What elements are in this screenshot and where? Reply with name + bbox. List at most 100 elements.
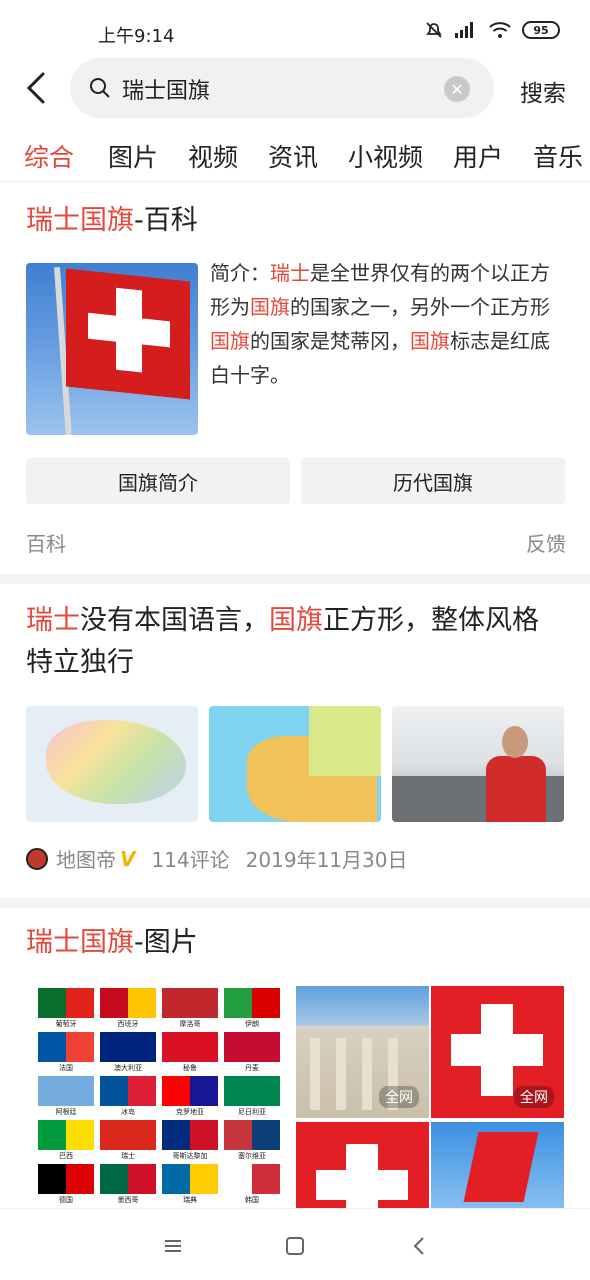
news-title[interactable]: 瑞士没有本国语言，国旗正方形，整体风格特立独行 [26, 600, 556, 684]
wifi-icon [489, 22, 511, 38]
battery-icon: 95 [522, 21, 560, 39]
pictures-title[interactable]: 瑞士国旗-图片 [26, 922, 566, 964]
flag-swatch [38, 1164, 94, 1194]
news-card[interactable]: 瑞士没有本国语言，国旗正方形，整体风格特立独行 地图帝 V 114评论 2019… [26, 600, 566, 872]
flag-thumb: 摩洛哥 [162, 988, 218, 1032]
flag-swatch [162, 988, 218, 1018]
news-title-text: 没有本国语言， [80, 605, 269, 636]
flag-swatch [38, 1076, 94, 1106]
tab-short-videos[interactable]: 小视频 [348, 138, 423, 174]
flag-thumb: 德国 [38, 1164, 94, 1208]
flag-intro-button[interactable]: 国旗简介 [26, 458, 290, 504]
swiss-flag-image-2[interactable] [296, 1122, 429, 1208]
flag-name: 澳大利亚 [114, 1064, 142, 1072]
flag-thumb: 冰岛 [100, 1076, 156, 1120]
watermark: 全网 [379, 1086, 419, 1108]
author-name[interactable]: 地图帝 [56, 844, 116, 873]
europe-map-thumbnail[interactable] [209, 706, 381, 822]
flag-thumb: 墨西哥 [100, 1164, 156, 1208]
search-input[interactable]: 瑞士国旗 ✕ [70, 58, 494, 118]
search-button[interactable]: 搜索 [520, 74, 566, 108]
waving-flag-image[interactable] [431, 1122, 564, 1208]
flag-swatch [162, 1032, 218, 1062]
search-icon [90, 78, 110, 98]
news-title-keyword: 瑞士 [26, 605, 80, 636]
flag-thumb: 韩国 [224, 1164, 280, 1208]
flag-thumb: 瑞士 [100, 1120, 156, 1164]
flag-swatch [162, 1164, 218, 1194]
flag-swatch [162, 1120, 218, 1150]
flag-name: 阿根廷 [55, 1108, 77, 1116]
building-flag-image[interactable]: 全网 [296, 986, 429, 1118]
flag-thumb: 巴西 [38, 1120, 94, 1164]
category-tabs: 综合 图片 视频 资讯 小视频 用户 音乐 [0, 130, 590, 182]
mute-bell-icon [426, 22, 442, 38]
flag-swatch [38, 988, 94, 1018]
tab-all[interactable]: 综合 [24, 138, 74, 174]
tab-users[interactable]: 用户 [453, 138, 503, 174]
flag-thumb: 哥斯达黎加 [162, 1120, 218, 1164]
flag-name: 秘鲁 [183, 1064, 197, 1072]
flag-thumb: 澳大利亚 [100, 1032, 156, 1076]
baike-description: 简介：瑞士是全世界仅有的两个以正方形为国旗的国家之一，另外一个正方形国旗的国家是… [210, 256, 562, 392]
swiss-flag-image[interactable]: 全网 [431, 986, 564, 1118]
baike-title-keyword[interactable]: 瑞士国旗 [26, 205, 134, 236]
flag-name: 瑞士 [121, 1152, 135, 1160]
flag-thumb: 瑞典 [162, 1164, 218, 1208]
baike-source: 百科 [26, 532, 66, 556]
flag-name: 巴西 [59, 1152, 73, 1160]
status-time: 上午9:14 [98, 26, 175, 47]
tab-images[interactable]: 图片 [108, 138, 158, 174]
pictures-title-suffix[interactable]: -图片 [134, 927, 198, 958]
pictures-grid: 葡萄牙 西班牙 摩洛哥 伊朗法国 澳大利亚 秘鲁 丹麦阿根廷 冰岛 克罗地亚 尼日利亚巴西 瑞士 哥斯… [26, 986, 566, 1210]
baike-title[interactable]: 瑞士国旗-百科 [26, 200, 566, 242]
pictures-card[interactable]: 瑞士国旗-图片 葡萄牙 西班牙 摩洛哥 伊朗法国 澳大利亚 秘鲁 丹麦阿根廷 冰岛 克罗地亚 尼日… [26, 922, 566, 1208]
street-photo-thumbnail[interactable] [392, 706, 564, 822]
home-icon[interactable] [280, 1231, 310, 1261]
section-divider [0, 574, 590, 584]
section-divider [0, 898, 590, 908]
flag-name: 西班牙 [117, 1020, 139, 1028]
feedback-button[interactable]: 反馈 [526, 528, 566, 557]
news-meta: 地图帝 V 114评论 2019年11月30日 [26, 844, 407, 873]
flag-swatch [100, 1164, 156, 1194]
news-title-keyword: 国旗 [269, 605, 323, 636]
historical-flags-button[interactable]: 历代国旗 [301, 458, 565, 504]
baike-card[interactable]: 瑞士国旗-百科 简介：瑞士是全世界仅有的两个以正方形为国旗的国家之一，另外一个正… [26, 200, 566, 556]
back-button[interactable] [14, 66, 58, 110]
pictures-title-keyword[interactable]: 瑞士国旗 [26, 927, 134, 958]
tab-music[interactable]: 音乐 [533, 138, 583, 174]
baike-title-suffix[interactable]: -百科 [134, 205, 198, 236]
back-nav-icon[interactable] [404, 1231, 434, 1261]
flag-thumb: 西班牙 [100, 988, 156, 1032]
flag-name: 摩洛哥 [179, 1020, 201, 1028]
author-avatar[interactable] [26, 847, 48, 870]
tab-videos[interactable]: 视频 [188, 138, 238, 174]
flag-name: 冰岛 [121, 1108, 135, 1116]
flag-thumb: 葡萄牙 [38, 988, 94, 1032]
flag-thumb: 阿根廷 [38, 1076, 94, 1120]
flag-swatch [100, 988, 156, 1018]
flag-swatch [100, 1120, 156, 1150]
swiss-flag-photo[interactable] [26, 263, 198, 435]
publish-date: 2019年11月30日 [245, 848, 408, 872]
search-query[interactable]: 瑞士国旗 [122, 73, 210, 105]
flag-thumb: 丹麦 [224, 1032, 280, 1076]
tab-news[interactable]: 资讯 [268, 138, 318, 174]
switzerland-map-thumbnail[interactable] [26, 706, 198, 822]
flag-thumb: 克罗地亚 [162, 1076, 218, 1120]
menu-icon[interactable] [158, 1231, 188, 1261]
flag-name: 伊朗 [245, 1020, 259, 1028]
flag-swatch [224, 1164, 280, 1194]
world-flags-image[interactable]: 葡萄牙 西班牙 摩洛哥 伊朗法国 澳大利亚 秘鲁 丹麦阿根廷 冰岛 克罗地亚 尼日利亚巴西 瑞士 哥斯… [26, 986, 292, 1208]
flag-name: 塞尔维亚 [238, 1152, 266, 1160]
flag-thumb: 法国 [38, 1032, 94, 1076]
comment-count: 114评论 [151, 848, 230, 872]
flag-name: 克罗地亚 [176, 1108, 204, 1116]
clear-icon[interactable]: ✕ [444, 76, 470, 102]
flag-thumb: 秘鲁 [162, 1032, 218, 1076]
flag-swatch [224, 1032, 280, 1062]
flag-swatch [224, 1120, 280, 1150]
flag-swatch [224, 988, 280, 1018]
flag-name: 尼日利亚 [238, 1108, 266, 1116]
